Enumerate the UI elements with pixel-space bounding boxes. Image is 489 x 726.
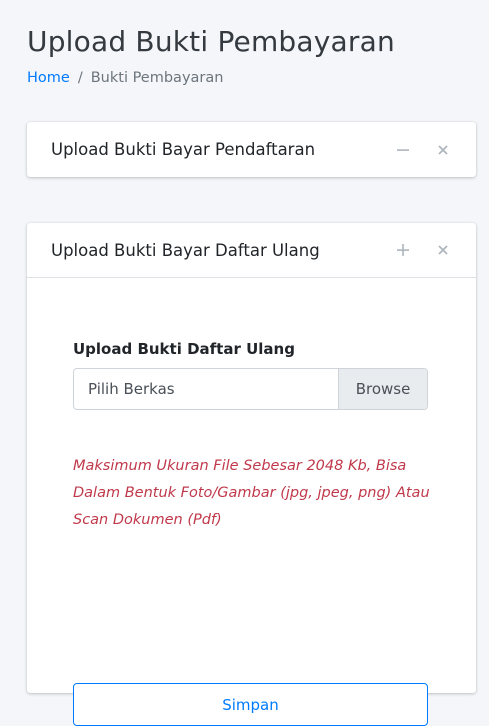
re-registration-card-header[interactable]: Upload Bukti Bayar Daftar Ulang	[27, 223, 476, 278]
close-icon[interactable]	[432, 139, 454, 161]
page-header: Upload Bukti Pembayaran Home / Bukti Pem…	[27, 22, 395, 86]
breadcrumb-current: Bukti Pembayaran	[90, 70, 224, 86]
file-size-help-text: Maksimum Ukuran File Sebesar 2048 Kb, Bi…	[73, 458, 430, 528]
browse-button[interactable]: Browse	[338, 369, 427, 409]
close-icon[interactable]	[432, 239, 454, 261]
registration-card-header[interactable]: Upload Bukti Bayar Pendaftaran	[27, 122, 476, 177]
save-button[interactable]: Simpan	[73, 683, 428, 726]
breadcrumb-home-link[interactable]: Home	[27, 70, 70, 86]
breadcrumb-separator: /	[77, 70, 83, 86]
file-upload-input[interactable]: Pilih Berkas Browse	[73, 368, 428, 410]
re-registration-payment-card: Upload Bukti Bayar Daftar Ulang Upload B…	[27, 223, 476, 726]
upload-form-label: Upload Bukti Daftar Ulang	[73, 340, 295, 358]
minus-icon[interactable]	[392, 139, 414, 161]
re-registration-card-title: Upload Bukti Bayar Daftar Ulang	[51, 240, 320, 260]
file-input-placeholder[interactable]: Pilih Berkas	[74, 369, 338, 409]
breadcrumb: Home / Bukti Pembayaran	[27, 70, 395, 86]
registration-payment-card: Upload Bukti Bayar Pendaftaran	[27, 122, 476, 177]
registration-card-title: Upload Bukti Bayar Pendaftaran	[51, 140, 316, 159]
page-title: Upload Bukti Pembayaran	[27, 25, 395, 58]
plus-icon[interactable]	[392, 239, 414, 261]
